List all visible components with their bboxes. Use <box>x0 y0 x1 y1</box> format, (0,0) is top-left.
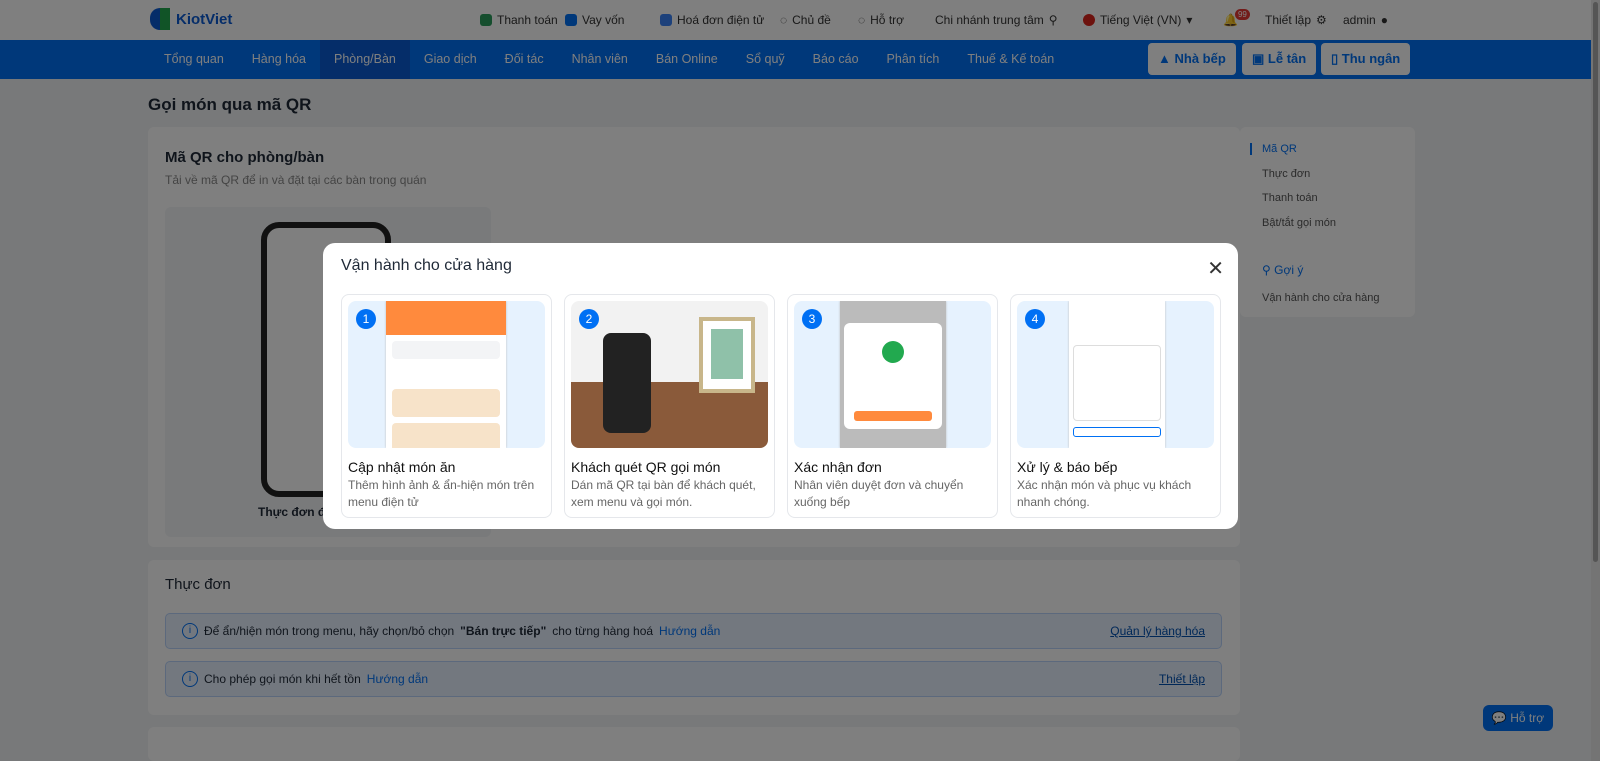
modal-title: Vận hành cho cửa hàng <box>341 257 512 274</box>
step-description: Nhân viên duyệt đơn và chuyển xuống bếp <box>794 478 964 509</box>
step-title: Xác nhận đơn <box>794 459 882 475</box>
step-title: Cập nhật món ăn <box>348 459 456 475</box>
step-description: Dán mã QR tại bàn để khách quét, xem men… <box>571 478 756 509</box>
operations-modal: Vận hành cho cửa hàng ✕ 1 Cập nhật món ă… <box>323 243 1238 529</box>
confirm-phone-image <box>840 301 946 448</box>
step-number: 3 <box>802 309 822 329</box>
step-illustration: 4 <box>1017 301 1214 448</box>
step-description: Thêm hình ảnh & ẩn-hiện món trên menu đi… <box>348 478 535 509</box>
menu-phone-image <box>386 301 506 448</box>
step-card: 1 Cập nhật món ăn Thêm hình ảnh & ẩn-hiệ… <box>341 294 552 518</box>
step-description: Xác nhận món và phục vụ khách nhanh chón… <box>1017 478 1192 509</box>
step-illustration: 3 <box>794 301 991 448</box>
step-card: 2 Khách quét QR gọi món Dán mã QR tại bà… <box>564 294 775 518</box>
kitchen-phone-image <box>1069 301 1165 448</box>
step-number: 1 <box>356 309 376 329</box>
step-title: Xử lý & báo bếp <box>1017 459 1118 475</box>
step-card: 4 Xử lý & báo bếp Xác nhận món và phục v… <box>1010 294 1221 518</box>
step-illustration: 2 <box>571 301 768 448</box>
step-number: 4 <box>1025 309 1045 329</box>
step-card: 3 Xác nhận đơn Nhân viên duyệt đơn và ch… <box>787 294 998 518</box>
qr-frame-image <box>699 317 755 393</box>
hand-phone-image <box>603 333 651 433</box>
step-number: 2 <box>579 309 599 329</box>
step-title: Khách quét QR gọi món <box>571 459 721 475</box>
close-icon[interactable]: ✕ <box>1207 256 1224 281</box>
step-illustration: 1 <box>348 301 545 448</box>
